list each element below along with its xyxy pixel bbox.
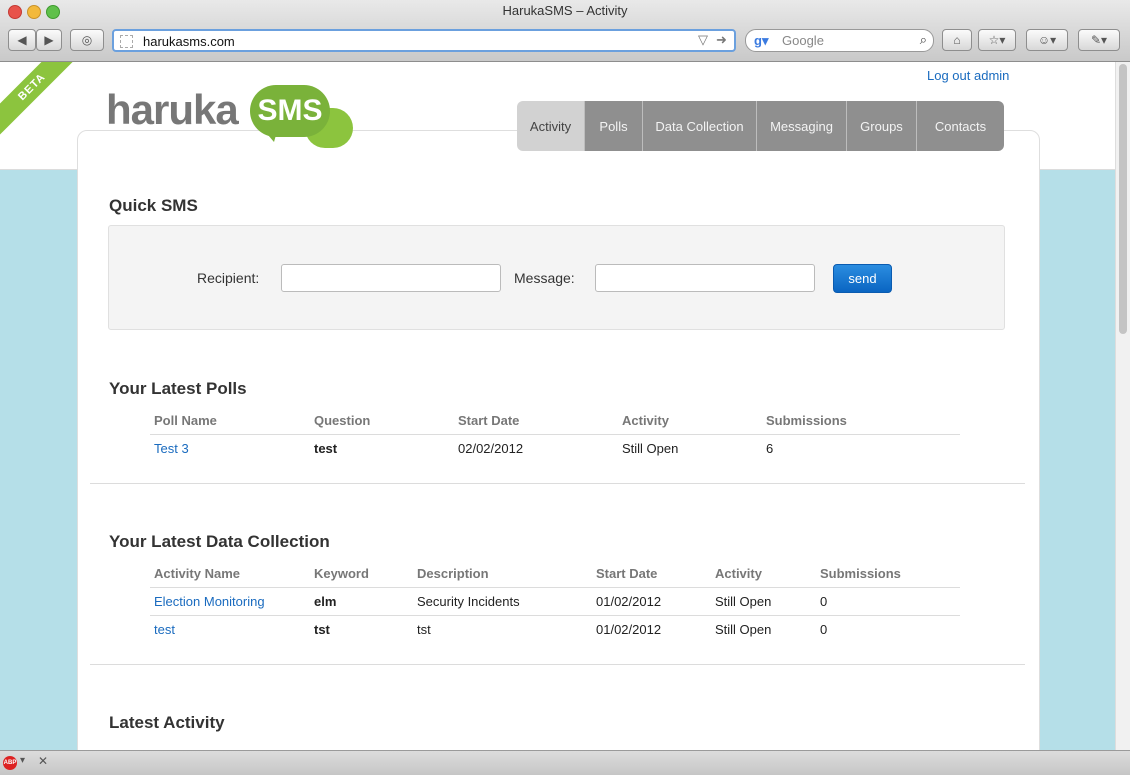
tab-data-collection[interactable]: Data Collection	[643, 101, 757, 151]
dc-activity: Still Open	[715, 594, 772, 609]
dc-header-keyword: Keyword	[314, 566, 369, 581]
logo-wordmark: haruka	[106, 86, 239, 133]
google-icon[interactable]: g▾	[754, 33, 768, 49]
dc-header-divider	[150, 587, 960, 588]
scrollbar-thumb[interactable]	[1119, 64, 1127, 334]
poll-submissions: 6	[766, 441, 774, 456]
polls-title: Your Latest Polls	[109, 379, 247, 398]
section-divider	[90, 664, 1025, 665]
polls-header-submissions: Submissions	[766, 413, 847, 428]
dc-description: tst	[417, 622, 431, 637]
poll-name-link[interactable]: Test 3	[154, 441, 189, 456]
message-input[interactable]	[595, 264, 815, 292]
home-icon: ⌂	[953, 33, 961, 47]
home-button[interactable]: ⌂	[942, 29, 972, 51]
dc-header-activity-name: Activity Name	[154, 566, 240, 581]
logo-bubble-sms: SMS	[250, 85, 330, 137]
back-button[interactable]: ◀	[8, 29, 36, 51]
send-button[interactable]: send	[833, 264, 892, 293]
globe-icon: ◎	[81, 33, 93, 47]
latest-activity-title: Latest Activity	[109, 713, 225, 732]
adblock-icon[interactable]: ABP	[3, 756, 17, 770]
browser-status-bar: ABP ▾ ✕	[0, 750, 1130, 775]
dc-keyword: elm	[314, 594, 337, 609]
adblock-dropdown-icon[interactable]: ▾	[20, 755, 25, 766]
dc-header-submissions: Submissions	[820, 566, 901, 581]
browser-toolbar: HarukaSMS – Activity ◀ ▶ ◎ harukasms.com…	[0, 0, 1130, 62]
beta-ribbon-wrap: BETA	[0, 62, 100, 162]
polls-header-divider	[150, 434, 960, 435]
forward-button[interactable]: ▶	[36, 29, 62, 51]
poll-activity: Still Open	[622, 441, 679, 456]
section-divider	[90, 483, 1025, 484]
main-nav: Activity Polls Data Collection Messaging…	[517, 101, 1004, 151]
go-arrow-icon[interactable]: ➜	[716, 32, 727, 48]
dc-header-activity: Activity	[715, 566, 762, 581]
data-collection-title: Your Latest Data Collection	[109, 532, 330, 551]
logout-link[interactable]: Log out admin	[927, 68, 1009, 83]
window-title: HarukaSMS – Activity	[502, 3, 628, 18]
dc-submissions: 0	[820, 622, 828, 637]
dc-activity: Still Open	[715, 622, 772, 637]
recipient-input[interactable]	[281, 264, 501, 292]
pen-icon: ✎▾	[1090, 33, 1108, 47]
vertical-scrollbar[interactable]	[1115, 62, 1130, 750]
message-label: Message:	[514, 270, 575, 286]
polls-header-question: Question	[314, 413, 371, 428]
dc-start-date: 01/02/2012	[596, 594, 662, 609]
forward-arrow-icon: ▶	[44, 33, 54, 47]
dc-header-description: Description	[417, 566, 489, 581]
bookmark-icon: ☆▾	[988, 33, 1006, 47]
tab-contacts[interactable]: Contacts	[917, 101, 1004, 151]
recipient-label: Recipient:	[197, 270, 260, 286]
site-info-button[interactable]: ◎	[70, 29, 104, 51]
tools-button[interactable]: ✎▾	[1078, 29, 1120, 51]
dc-activity-link[interactable]: Election Monitoring	[154, 594, 265, 609]
favicon-icon	[120, 35, 133, 48]
polls-header-poll-name: Poll Name	[154, 413, 217, 428]
tab-activity[interactable]: Activity	[517, 101, 585, 151]
url-dropdown-icon[interactable]: ▽	[698, 32, 708, 48]
poll-question: test	[314, 441, 338, 456]
tab-polls[interactable]: Polls	[585, 101, 643, 151]
dc-keyword: tst	[314, 622, 330, 637]
dc-description: Security Incidents	[417, 594, 520, 609]
monkey-icon: ☺▾	[1037, 33, 1057, 47]
dc-row-divider	[150, 615, 960, 616]
dc-submissions: 0	[820, 594, 828, 609]
address-bar[interactable]: harukasms.com ▽ ➜	[112, 29, 736, 52]
polls-header-start-date: Start Date	[458, 413, 520, 428]
close-icon[interactable]: ✕	[38, 754, 48, 768]
greasemonkey-button[interactable]: ☺▾	[1026, 29, 1068, 51]
search-box[interactable]: g▾ Google ⌕	[745, 29, 934, 52]
dc-activity-link[interactable]: test	[154, 622, 175, 637]
search-icon[interactable]: ⌕	[920, 32, 927, 48]
tab-messaging[interactable]: Messaging	[757, 101, 847, 151]
back-arrow-icon: ◀	[17, 33, 27, 47]
polls-header-activity: Activity	[622, 413, 669, 428]
bookmarks-button[interactable]: ☆▾	[978, 29, 1016, 51]
quick-sms-title: Quick SMS	[109, 196, 198, 215]
dc-header-start-date: Start Date	[596, 566, 658, 581]
tab-groups[interactable]: Groups	[847, 101, 917, 151]
beta-ribbon: BETA	[0, 62, 83, 138]
search-placeholder: Google	[782, 33, 824, 48]
dc-start-date: 01/02/2012	[596, 622, 662, 637]
poll-start-date: 02/02/2012	[458, 441, 524, 456]
url-text: harukasms.com	[143, 34, 235, 49]
